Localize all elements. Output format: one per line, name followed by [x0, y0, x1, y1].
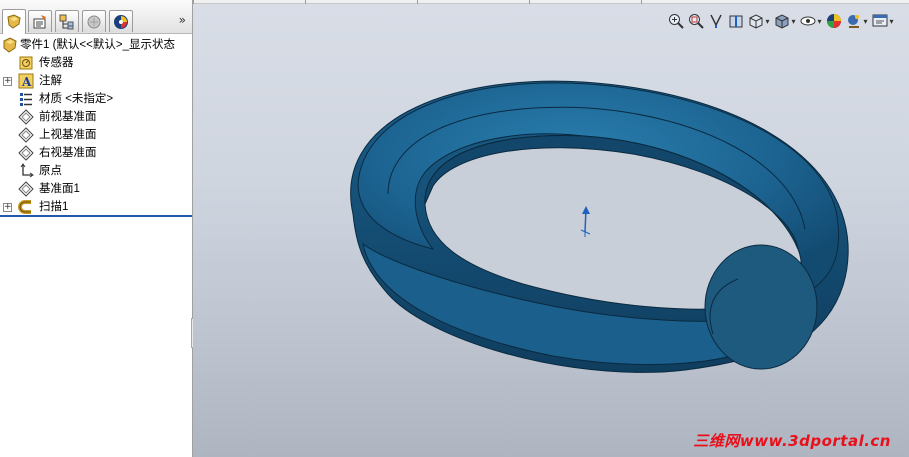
- expand-toggle[interactable]: +: [3, 203, 12, 212]
- sweep-ring-model: [350, 80, 849, 373]
- tree-item-label: 传感器: [39, 57, 74, 69]
- display-style-icon: [775, 14, 789, 29]
- tree-item-front-plane[interactable]: 前视基准面: [0, 108, 192, 126]
- previous-view-button[interactable]: [707, 12, 725, 30]
- sweep-icon: [18, 200, 31, 214]
- feature-tree: 零件1 (默认<<默认>_显示状态 传感器 + A 注解 材质 <未指定> 前视…: [0, 36, 192, 216]
- tree-root-part[interactable]: 零件1 (默认<<默认>_显示状态: [0, 36, 192, 54]
- display-manager-icon: [114, 14, 128, 29]
- tree-item-label: 扫描1: [39, 201, 69, 213]
- tab-feature-manager[interactable]: [2, 9, 26, 34]
- feature-manager-panel: » 零件1 (默认<<默认>_显示状态 传感器 + A 注解 材质 <未指定> …: [0, 0, 193, 457]
- display-style-button[interactable]: [773, 12, 797, 30]
- sensor-icon: [19, 56, 33, 70]
- view-settings-button[interactable]: [871, 12, 895, 30]
- watermark-text: 三维网www.3dportal.cn: [693, 432, 891, 450]
- plane-icon: [18, 127, 34, 143]
- tree-item-label: 基准面1: [39, 183, 80, 195]
- zoom-to-area-icon: [689, 14, 704, 29]
- tree-root-label: 零件1 (默认<<默认>_显示状态: [20, 39, 175, 51]
- hide-show-items-button[interactable]: [799, 12, 823, 30]
- view-orientation-icon: [749, 14, 763, 29]
- feature-manager-icon: [7, 14, 21, 29]
- expand-toggle[interactable]: +: [3, 77, 12, 86]
- zoom-to-fit-icon: [669, 14, 684, 29]
- tree-item-label: 上视基准面: [39, 129, 97, 141]
- tree-item-plane1[interactable]: 基准面1: [0, 180, 192, 198]
- annotation-icon: A: [18, 73, 34, 89]
- view-orientation-button[interactable]: [747, 12, 771, 30]
- tab-dimxpert[interactable]: [82, 10, 106, 32]
- tree-item-right-plane[interactable]: 右视基准面: [0, 144, 192, 162]
- previous-view-icon: [710, 14, 722, 28]
- part-icon: [3, 37, 17, 53]
- tree-item-sweep1[interactable]: + 扫描1: [0, 198, 192, 216]
- view-settings-icon: [872, 14, 888, 27]
- section-view-icon: [729, 15, 743, 28]
- configuration-manager-icon: [59, 14, 74, 29]
- panel-tabs: »: [0, 0, 192, 34]
- apply-scene-icon: [848, 15, 860, 28]
- zoom-to-fit-button[interactable]: [667, 12, 685, 30]
- tree-item-label: 前视基准面: [39, 111, 97, 123]
- zoom-to-area-button[interactable]: [687, 12, 705, 30]
- more-tabs-button[interactable]: »: [179, 13, 186, 27]
- tab-property-manager[interactable]: [28, 10, 52, 32]
- property-manager-icon: [33, 14, 46, 28]
- tab-display-manager[interactable]: [109, 10, 133, 32]
- tree-item-label: 材质 <未指定>: [39, 93, 114, 105]
- origin-icon: [20, 163, 34, 178]
- edit-appearance-icon: [827, 14, 841, 28]
- heads-up-view-toolbar: [667, 10, 895, 32]
- tree-item-material[interactable]: 材质 <未指定>: [0, 90, 192, 108]
- tree-item-label: 原点: [39, 165, 62, 177]
- graphics-viewport[interactable]: 三维网www.3dportal.cn: [193, 4, 909, 457]
- tree-item-top-plane[interactable]: 上视基准面: [0, 126, 192, 144]
- hide-show-items-icon: [800, 16, 816, 26]
- svg-text:A: A: [21, 75, 32, 89]
- edit-appearance-button[interactable]: [825, 12, 843, 30]
- tab-configuration-manager[interactable]: [55, 10, 79, 32]
- plane-icon: [18, 145, 34, 161]
- dimxpert-icon: [87, 15, 101, 28]
- plane-icon: [18, 109, 34, 125]
- section-view-button[interactable]: [727, 12, 745, 30]
- tree-item-annotations[interactable]: + A 注解: [0, 72, 192, 90]
- tree-item-label: 注解: [39, 75, 62, 87]
- apply-scene-button[interactable]: [845, 12, 869, 30]
- tree-item-label: 右视基准面: [39, 147, 97, 159]
- tree-item-sensors[interactable]: 传感器: [0, 54, 192, 72]
- tree-item-origin[interactable]: 原点: [0, 162, 192, 180]
- plane-icon: [18, 181, 34, 197]
- material-icon: [20, 93, 32, 106]
- rollback-bar[interactable]: [0, 215, 192, 217]
